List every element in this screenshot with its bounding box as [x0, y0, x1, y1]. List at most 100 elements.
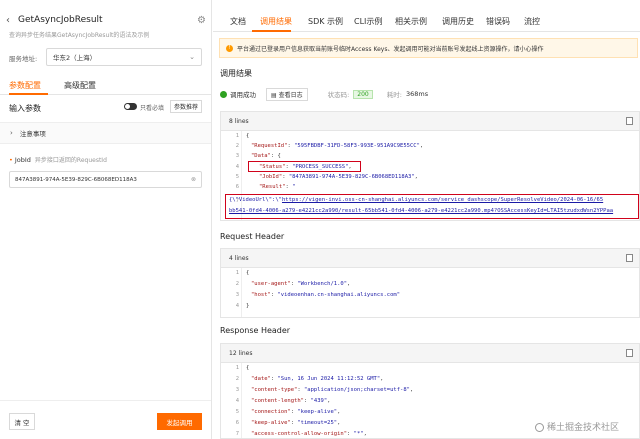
line-number: 3 [235, 153, 239, 159]
api-description: 查询异步任务结果GetAsyncJobResult的语法及示例 [9, 32, 150, 39]
api-explorer-window: ‹ GetAsyncJobResult ⚙ 查询异步任务结果GetAsyncJo… [0, 0, 640, 439]
result-code-body: 1 2 3 4 5 6 7 { "RequestId": "595FBDBF-3… [221, 131, 639, 220]
clear-button[interactable]: 清 空 [9, 413, 35, 430]
time-value: 368ms [405, 90, 429, 98]
right-panel: 文档 调用结果 SDK 示例 CLI示例 相关示例 调用历史 错误码 流控 ! … [213, 0, 640, 439]
tab-call-result[interactable]: 调用结果 [260, 16, 292, 27]
tab-param-config[interactable]: 参数配置 [9, 80, 41, 91]
code-line: { [246, 365, 250, 371]
video-url-highlight-box [225, 194, 639, 219]
jobid-input[interactable]: 847A3891-974A-5E39-829C-6B068ED118A3 ⊗ [9, 171, 202, 188]
left-tabs: 参数配置 高级配置 [0, 77, 211, 95]
line-number: 4 [235, 303, 239, 309]
gear-icon[interactable]: ⚙ [197, 15, 206, 26]
required-marker: • [9, 156, 13, 164]
line-gutter [241, 363, 242, 438]
status-highlight-box [248, 161, 361, 172]
param-recommend-button[interactable]: 参数推荐 [170, 100, 202, 113]
only-required-toggle[interactable] [124, 103, 137, 110]
active-tab-underline [252, 30, 291, 32]
clear-input-icon[interactable]: ⊗ [191, 176, 196, 183]
watermark-logo-icon [535, 423, 544, 432]
code-line: "connection": "keep-alive", [251, 409, 341, 415]
request-code-body: 1 2 3 4 { "user-agent": "Workbench/1.0",… [221, 268, 639, 317]
copy-icon[interactable] [626, 349, 633, 357]
code-line: "Result": " [259, 184, 296, 190]
region-value: 华东2（上海） [53, 54, 97, 62]
notice-label: 注意事项 [19, 130, 46, 138]
tab-call-history[interactable]: 调用历史 [442, 16, 474, 27]
copy-icon[interactable] [626, 254, 633, 262]
code-line: "keep-alive": "timeout=25", [251, 420, 341, 426]
chevron-right-icon: › [10, 129, 13, 137]
code-line: "user-agent": "Workbench/1.0", [251, 281, 351, 287]
status-row: 调用成功 ▤ 查看日志 状态码: 200 耗时: 368ms [220, 87, 428, 101]
code-line: "content-length": "439", [251, 398, 331, 404]
tab-related-examples[interactable]: 相关示例 [395, 16, 427, 27]
line-number: 5 [235, 174, 239, 180]
line-number: 2 [235, 281, 239, 287]
line-number: 5 [235, 409, 239, 415]
request-header-box: 4 lines 1 2 3 4 { "user-agent": "Workben… [220, 248, 640, 318]
chevron-down-icon: ⌄ [189, 53, 195, 61]
warning-banner: ! 平台通过已登录用户信息获取当前账号临时Access Keys、发起调用可能对… [219, 38, 638, 58]
log-icon: ▤ [271, 91, 279, 99]
back-icon[interactable]: ‹ [6, 15, 14, 26]
code-line: "access-control-allow-origin": "*", [251, 431, 367, 437]
tab-flow-control[interactable]: 流控 [524, 16, 540, 27]
line-number: 1 [235, 133, 239, 139]
api-header: ‹ GetAsyncJobResult ⚙ [6, 14, 206, 26]
warning-text: 平台通过已登录用户信息获取当前账号临时Access Keys、发起调用可能对当前… [237, 45, 544, 53]
status-code-badge: 200 [353, 89, 373, 99]
left-panel: ‹ GetAsyncJobResult ⚙ 查询异步任务结果GetAsyncJo… [0, 0, 212, 439]
line-number: 2 [235, 143, 239, 149]
right-tabs: 文档 调用结果 SDK 示例 CLI示例 相关示例 调用历史 错误码 流控 [213, 10, 640, 32]
line-number: 6 [235, 184, 239, 190]
success-icon [220, 90, 227, 98]
tab-cli-example[interactable]: CLI示例 [354, 16, 382, 27]
watermark: 稀土掘金技术社区 [535, 420, 619, 433]
response-code-header: 12 lines [221, 344, 639, 363]
status-code-label: 状态码: [327, 91, 350, 99]
view-log-button[interactable]: ▤ 查看日志 [266, 87, 308, 101]
code-line: "Data": { [251, 153, 281, 159]
line-number: 1 [235, 365, 239, 371]
code-line: { [246, 133, 250, 139]
tab-error-codes[interactable]: 错误码 [486, 16, 510, 27]
result-line-count: 8 lines [229, 118, 249, 125]
response-header-title: Response Header [220, 326, 291, 335]
tab-advanced-config[interactable]: 高级配置 [64, 80, 96, 91]
notice-collapse[interactable]: › 注意事项 [0, 122, 211, 144]
watermark-text: 稀土掘金技术社区 [547, 423, 620, 433]
line-number: 4 [235, 398, 239, 404]
line-number: 1 [235, 270, 239, 276]
tab-sdk-example[interactable]: SDK 示例 [308, 16, 343, 27]
line-number: 3 [235, 292, 239, 298]
result-code-box: 8 lines 1 2 3 4 5 6 7 { "RequestId": "59… [220, 111, 640, 221]
tab-docs[interactable]: 文档 [230, 16, 246, 27]
code-line: "host": "videoenhan.cn-shanghai.aliyuncs… [251, 292, 401, 298]
api-title: GetAsyncJobResult [18, 15, 103, 25]
result-title: 调用结果 [220, 69, 252, 78]
line-number: 2 [235, 376, 239, 382]
request-line-count: 4 lines [229, 255, 249, 262]
code-line: "date": "Sun, 16 Jun 2024 11:12:52 GMT", [251, 376, 384, 382]
line-number: 7 [235, 431, 239, 437]
region-label: 服务地址: [9, 55, 38, 63]
time-label: 耗时: [386, 91, 402, 99]
result-code-header: 8 lines [221, 112, 639, 131]
code-line: } [246, 303, 250, 309]
region-select[interactable]: 华东2（上海） ⌄ [46, 48, 202, 66]
request-code-header: 4 lines [221, 249, 639, 268]
view-log-label: 查看日志 [278, 91, 303, 99]
line-number: 4 [235, 164, 239, 170]
warning-icon: ! [226, 44, 233, 52]
request-header-title: Request Header [220, 232, 285, 241]
code-line: { [246, 270, 250, 276]
send-request-button[interactable]: 发起调用 [157, 413, 202, 430]
line-gutter [241, 268, 242, 317]
copy-icon[interactable] [626, 117, 633, 125]
only-required-label: 只看必填 [140, 105, 165, 112]
response-line-count: 12 lines [229, 350, 253, 357]
call-success-text: 调用成功 [230, 91, 256, 99]
